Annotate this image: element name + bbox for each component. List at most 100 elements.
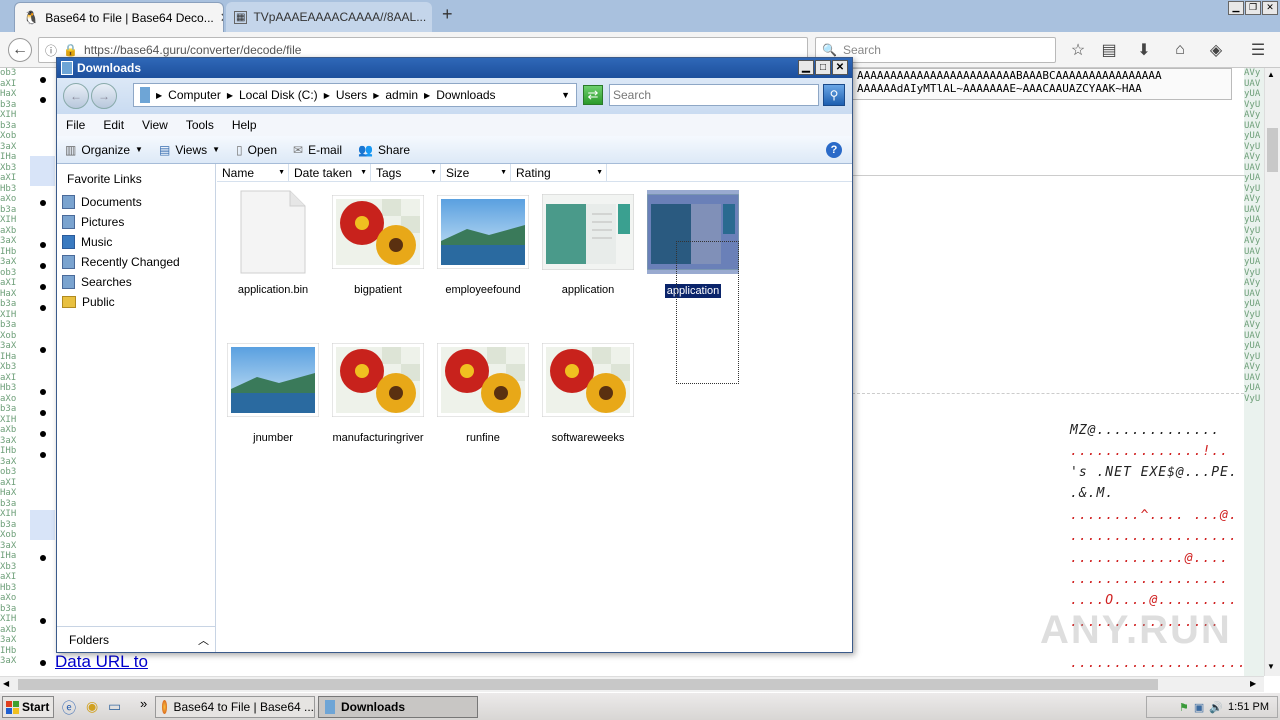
file-item[interactable]: application [538,190,638,320]
breadcrumb-arrow-icon: ▶ [226,90,233,100]
dropdown-arrow-icon[interactable]: ▼ [430,169,437,176]
page-favicon-icon: ▦ [234,10,248,24]
close-window-button[interactable]: ✕ [1262,1,1278,15]
file-list: application.bin bigpatient employeefound… [217,182,852,652]
list-bullet [40,431,46,437]
nav-item-recently-changed[interactable]: Recently Changed [62,252,180,272]
search-icon[interactable]: ⚲ [823,84,845,106]
file-item[interactable]: softwareweeks [538,338,638,468]
scroll-right-icon[interactable]: ▶ [1250,679,1256,688]
pocket-icon[interactable]: ◈ [1204,38,1228,62]
list-bullet [40,410,46,416]
tab-base64-string[interactable]: ▦ TVpAAAEAAAACAAAA//8AAL... ✕ [226,2,432,32]
dropdown-arrow-icon[interactable]: ▼ [596,169,603,176]
minimize-button[interactable]: ▁ [1228,1,1244,15]
column-header-date-taken[interactable]: Date taken ▼ [289,163,371,182]
breadcrumb-users[interactable]: Users [336,88,367,102]
base64-line: AAAAAAdAIyMTlAL~AAAAAAAE~AAACAAUAZCYAAK~… [857,82,1142,95]
forward-arrow-icon[interactable]: → [91,83,117,109]
file-item[interactable]: application.bin [223,190,323,320]
breadcrumb-admin[interactable]: admin [385,88,418,102]
page-vertical-scrollbar[interactable]: ▲ ▼ [1264,68,1280,676]
menu-help[interactable]: Help [223,118,266,132]
file-item[interactable]: manufacturingriver [328,338,428,468]
file-item[interactable]: bigpatient [328,190,428,320]
breadcrumb-local-disk[interactable]: Local Disk (C:) [239,88,318,102]
taskbar-item-firefox[interactable]: Base64 to File | Base64 ... [155,696,315,718]
menu-view[interactable]: View [133,118,177,132]
search-icon: 🔍 [822,43,837,57]
explorer-search-input[interactable]: Search [609,84,819,106]
column-header-rating[interactable]: Rating ▼ [511,163,607,182]
column-header-name[interactable]: Name ▼ [217,163,289,182]
back-arrow-icon[interactable]: ← [63,83,89,109]
file-item[interactable]: runfine [433,338,533,468]
dropdown-arrow-icon[interactable]: ▼ [278,169,285,176]
clock[interactable]: 1:51 PM [1228,701,1269,713]
nav-item-pictures[interactable]: Pictures [62,212,124,232]
download-icon[interactable]: ⬇ [1132,38,1156,62]
nav-item-documents[interactable]: Documents [62,192,142,212]
column-header-size[interactable]: Size ▼ [441,163,511,182]
close-icon[interactable]: ✕ [220,10,223,26]
menu-tools[interactable]: Tools [177,118,223,132]
email-label: E-mail [308,142,343,157]
show-desktop-icon[interactable]: ▭ [108,698,121,715]
page-horizontal-scrollbar[interactable]: ◀ ▶ [0,676,1264,692]
share-button[interactable]: 👥 Share [350,143,418,157]
scroll-left-icon[interactable]: ◀ [3,679,9,688]
base64-input-box[interactable]: AAAAAAAAAAAAAAAAAAAAAAAABAAABCAAAAAAAAAA… [852,68,1232,100]
home-icon[interactable]: ⌂ [1168,38,1192,62]
info-icon[interactable]: ⓘ [45,42,57,59]
action-center-icon[interactable]: ⚑ [1179,701,1189,714]
file-item[interactable]: employeefound [433,190,533,320]
menu-icon[interactable]: ☰ [1246,38,1270,62]
base64-text-column: ob3aXIHaXb3aXIHb3aXob3aXIHaXb3aXIHb3aXob… [0,68,17,666]
organize-button[interactable]: ▥ Organize ▼ [57,143,151,157]
column-header-tags[interactable]: Tags ▼ [371,163,441,182]
nav-item-music[interactable]: Music [62,232,112,252]
internet-explorer-icon[interactable]: ⓔ [62,698,76,718]
start-button[interactable]: Start [2,696,54,718]
favorite-links-header: Favorite Links [67,172,142,186]
scroll-up-icon[interactable]: ▲ [1267,70,1275,79]
reading-list-icon[interactable]: ▤ [1097,38,1121,62]
scroll-thumb[interactable] [18,679,1158,690]
scroll-down-icon[interactable]: ▼ [1267,662,1275,671]
volume-icon[interactable]: 🔊 [1209,701,1223,714]
dropdown-arrow-icon[interactable]: ▼ [360,169,367,176]
back-arrow-icon[interactable]: ← [8,38,32,62]
dropdown-arrow-icon[interactable]: ▼ [561,90,570,100]
media-icon[interactable]: ◉ [86,698,98,715]
taskbar-item-downloads[interactable]: Downloads [318,696,478,718]
explorer-title-bar[interactable]: Downloads ▁ □ ✕ [57,58,852,78]
new-tab-button[interactable]: + [442,4,453,25]
network-icon[interactable]: ▣ [1194,701,1204,714]
views-button[interactable]: ▤ Views ▼ [151,143,228,157]
dropdown-arrow-icon[interactable]: ▼ [500,169,507,176]
bookmark-star-icon[interactable]: ☆ [1066,38,1090,62]
file-item[interactable]: jnumber [223,338,323,468]
address-breadcrumb[interactable]: ▶ Computer ▶ Local Disk (C:) ▶ Users ▶ a… [133,83,577,107]
breadcrumb-downloads[interactable]: Downloads [436,88,495,102]
tab-base64-decoder[interactable]: 🐧 Base64 to File | Base64 Deco... ✕ [14,2,224,32]
refresh-icon[interactable]: ⇄ [583,85,603,105]
email-button[interactable]: ✉ E-mail [285,143,350,157]
explorer-window: Downloads ▁ □ ✕ ← → ▶ Computer ▶ Local D… [56,57,853,653]
folders-toggle[interactable]: Folders ︿ [57,626,215,652]
nav-item-searches[interactable]: Searches [62,272,132,292]
nav-item-public[interactable]: Public [62,292,115,312]
menu-edit[interactable]: Edit [94,118,133,132]
minimize-button[interactable]: ▁ [798,60,814,75]
quicklaunch-chevron-icon[interactable]: » [140,696,147,711]
open-button[interactable]: ▯ Open [228,143,285,157]
data-url-link[interactable]: Data URL to [55,652,148,672]
scroll-thumb[interactable] [1267,128,1278,172]
column-label: Tags [376,165,402,180]
restore-button[interactable]: ❐ [1245,1,1261,15]
close-window-button[interactable]: ✕ [832,60,848,75]
breadcrumb-computer[interactable]: Computer [168,88,221,102]
menu-file[interactable]: File [57,118,94,132]
help-icon[interactable]: ? [826,141,842,158]
maximize-button[interactable]: □ [815,60,831,75]
